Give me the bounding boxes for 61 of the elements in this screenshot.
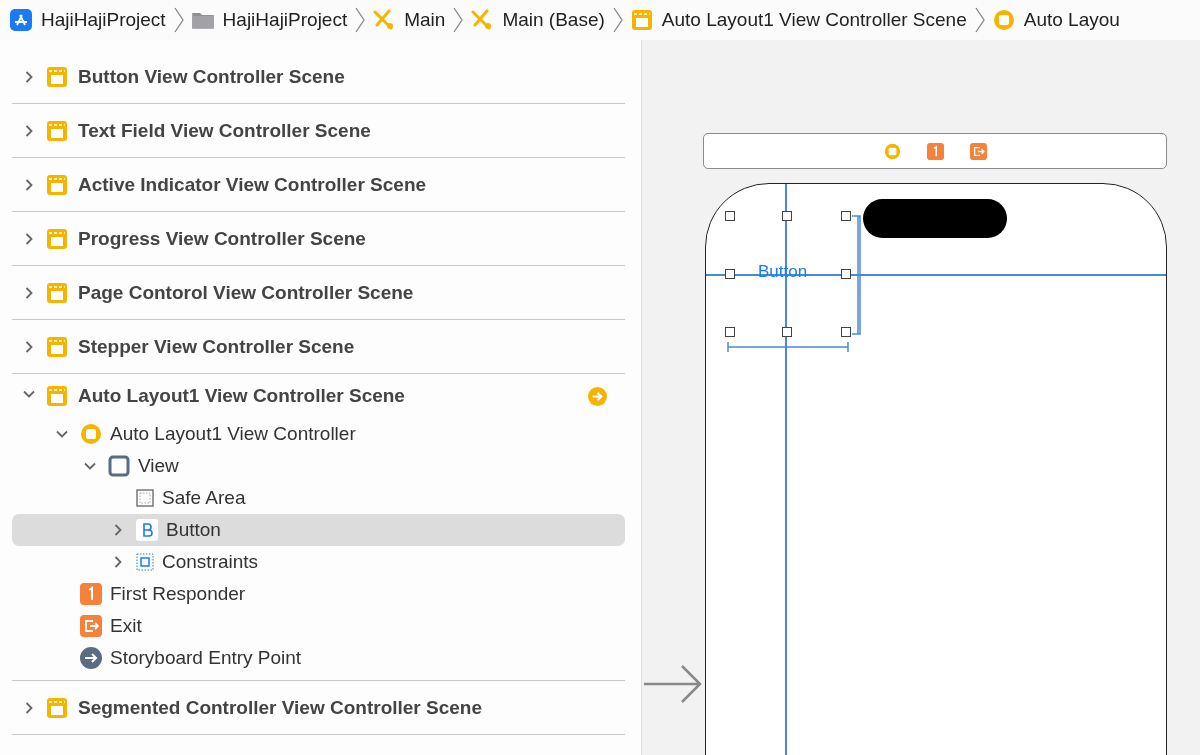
- breadcrumb-item[interactable]: HajiHajiProject: [191, 9, 348, 31]
- resize-handle[interactable]: [841, 269, 851, 279]
- resize-handle[interactable]: [725, 269, 735, 279]
- resize-handle[interactable]: [782, 211, 792, 221]
- breadcrumb-item[interactable]: Main (Base): [471, 9, 605, 31]
- exit-icon: [80, 615, 102, 637]
- chevron-right-icon: [612, 7, 623, 33]
- entry-arrow-icon: [644, 664, 704, 704]
- scene-title[interactable]: Page Contorol View Controller Scene: [78, 281, 625, 304]
- scene-title[interactable]: Segmented Controller View Controller Scene: [78, 696, 625, 719]
- scene-icon: [46, 227, 68, 250]
- app-icon: [10, 9, 32, 31]
- controller-icon: [80, 423, 102, 445]
- chevron-right-icon: [453, 7, 464, 33]
- resize-handle[interactable]: [841, 327, 851, 337]
- storyboard-icon: [373, 9, 396, 31]
- scene-icon: [46, 281, 68, 304]
- scene-icon: [46, 696, 68, 719]
- safe-area-icon: [136, 489, 154, 507]
- scene-icon: [46, 385, 68, 407]
- scene-title[interactable]: Stepper View Controller Scene: [78, 335, 625, 358]
- view-icon: [108, 455, 130, 477]
- resize-handle[interactable]: [841, 211, 851, 221]
- controller-icon: [992, 9, 1015, 31]
- scene-title[interactable]: Active Indicator View Controller Scene: [78, 173, 625, 196]
- outline-item[interactable]: First Responder: [12, 578, 625, 610]
- chevron-right-icon: [173, 7, 184, 33]
- folder-icon: [191, 11, 214, 29]
- scene-icon: [630, 9, 653, 31]
- scene-title[interactable]: Text Field View Controller Scene: [78, 119, 625, 142]
- breadcrumb-item[interactable]: Auto Layout1 View Controller Scene: [630, 9, 967, 31]
- resize-handle[interactable]: [782, 327, 792, 337]
- first-responder-icon: [80, 583, 102, 605]
- breadcrumb-item[interactable]: Main: [373, 9, 446, 31]
- outline-item[interactable]: Auto Layout1 View Controller: [12, 418, 625, 450]
- resize-handle[interactable]: [725, 327, 735, 337]
- entry-point-icon: [80, 647, 102, 669]
- outline-item[interactable]: Storyboard Entry Point: [12, 642, 625, 674]
- outline-item[interactable]: Exit: [12, 610, 625, 642]
- outline-item[interactable]: Safe Area: [12, 482, 625, 514]
- scene-icon: [46, 119, 68, 142]
- exit-icon: [969, 142, 987, 160]
- outline-item[interactable]: Button: [12, 514, 625, 546]
- resize-handle[interactable]: [725, 211, 735, 221]
- first-responder-icon: [926, 142, 944, 160]
- chevron-right-icon: [974, 7, 985, 33]
- scene-icon: [46, 173, 68, 196]
- scene-title[interactable]: Progress View Controller Scene: [78, 227, 625, 250]
- outline-item[interactable]: View: [12, 450, 625, 482]
- outline-item[interactable]: Constraints: [12, 546, 625, 578]
- scene-title[interactable]: Button View Controller Scene: [78, 65, 625, 88]
- controller-icon: [883, 142, 901, 160]
- breadcrumb-item[interactable]: HajiHajiProject: [10, 9, 166, 31]
- constraints-icon: [136, 553, 154, 571]
- chevron-right-icon: [355, 7, 366, 33]
- button-icon: [136, 519, 158, 541]
- storyboard-icon: [471, 9, 494, 31]
- scene-icon: [46, 65, 68, 88]
- scene-icon: [46, 335, 68, 358]
- scene-title[interactable]: Auto Layout1 View Controller Scene: [78, 385, 578, 407]
- breadcrumb-item[interactable]: Auto Layou: [992, 9, 1120, 31]
